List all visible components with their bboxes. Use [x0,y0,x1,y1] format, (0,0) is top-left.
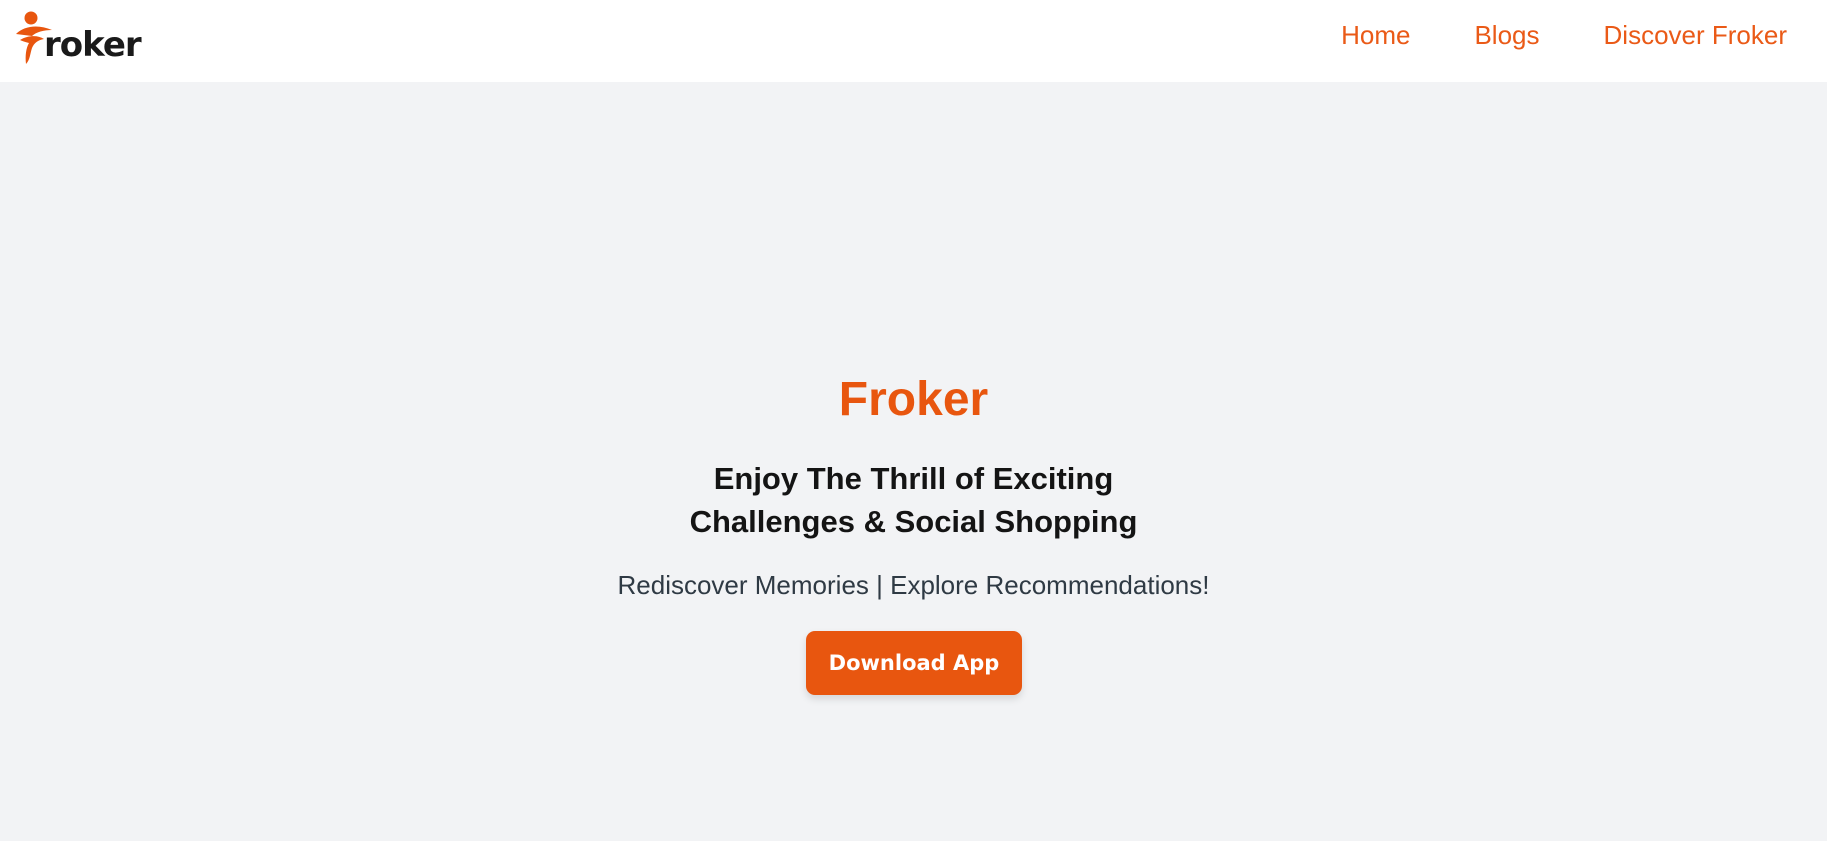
hero-subtitle-line-2: Challenges & Social Shopping [689,504,1138,539]
download-app-button[interactable]: Download App [806,631,1022,695]
hero-subtitle-line-1: Enjoy The Thrill of Exciting [713,461,1114,496]
logo-wordmark: roker [44,25,142,65]
froker-runner-logo-icon [14,10,56,66]
hero-tagline: Rediscover Memories | Explore Recommenda… [617,570,1210,600]
main-nav: Home Blogs Discover Froker [1341,0,1787,70]
froker-logo[interactable]: roker [14,6,142,66]
top-navigation-bar: roker Home Blogs Discover Froker [0,0,1827,82]
nav-link-home[interactable]: Home [1341,20,1410,51]
nav-link-discover-froker[interactable]: Discover Froker [1604,20,1787,51]
hero-section: Froker Enjoy The Thrill of Exciting Chal… [0,82,1827,841]
hero-subtitle: Enjoy The Thrill of Exciting Challenges … [0,457,1827,543]
nav-link-blogs[interactable]: Blogs [1474,20,1539,51]
hero-title: Froker [838,373,989,426]
